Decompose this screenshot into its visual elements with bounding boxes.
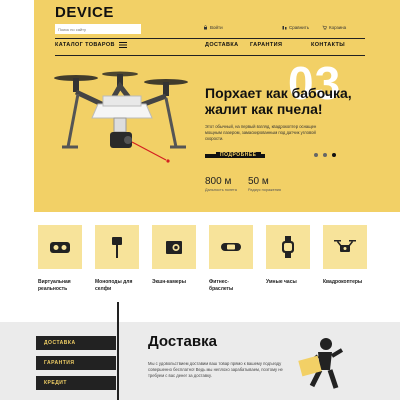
nav-divider-top — [55, 38, 365, 39]
stat-range: 800 м Дальность полета — [205, 176, 237, 192]
cart-link[interactable]: Корзина — [322, 25, 346, 30]
services-tab-credit[interactable]: КРЕДИТ — [36, 376, 116, 390]
category-tile — [266, 225, 310, 269]
login-link[interactable]: Войти — [203, 25, 223, 30]
catalog-menu-button[interactable]: КАТАЛОГ ТОВАРОВ — [55, 42, 127, 48]
services-tab-warranty[interactable]: ГАРАНТИЯ — [36, 356, 116, 370]
hero-description: Этот обычный, на первый взгляд, квадроко… — [205, 124, 317, 141]
selfie-stick-icon — [112, 237, 122, 258]
stat-range-label: Дальность полета — [205, 188, 237, 192]
stat-radius: 50 м Радиус поражения — [248, 176, 281, 192]
compare-label: Сравнить — [289, 25, 310, 30]
hamburger-icon — [118, 42, 127, 48]
search-input[interactable] — [55, 24, 141, 34]
nav-item-warranty[interactable]: ГАРАНТИЯ — [250, 42, 282, 48]
compare-link[interactable]: Сравнить — [282, 25, 309, 30]
services-divider — [117, 302, 119, 400]
category-tile — [323, 225, 367, 269]
hero-drone-image — [54, 71, 188, 163]
category-label: Экшн-камеры — [152, 279, 186, 285]
category-smartwatch[interactable]: Умные часы — [266, 225, 310, 286]
slider-dot-1[interactable] — [314, 153, 318, 157]
services-tab-delivery[interactable]: ДОСТАВКА — [36, 336, 116, 350]
nav-item-delivery[interactable]: ДОСТАВКА — [205, 42, 239, 48]
fitness-band-icon — [221, 243, 241, 251]
slider-dot-2[interactable] — [323, 153, 327, 157]
catalog-label: КАТАЛОГ ТОВАРОВ — [55, 42, 115, 48]
category-tile — [38, 225, 82, 269]
category-label: Квадрокоптеры — [323, 279, 363, 285]
stat-range-value: 800 м — [205, 176, 232, 187]
services-menu: ДОСТАВКА ГАРАНТИЯ КРЕДИТ — [36, 336, 116, 396]
category-label: Моноподы для селфи — [95, 279, 133, 292]
cart-icon — [322, 25, 327, 30]
stat-radius-label: Радиус поражения — [248, 188, 281, 192]
services-title: Доставка — [148, 333, 217, 350]
action-camera-icon — [166, 241, 182, 254]
slider-dots — [314, 153, 336, 157]
courier-icon — [298, 338, 344, 389]
stat-radius-value: 50 м — [248, 176, 269, 187]
category-tile — [152, 225, 196, 269]
category-action-cam[interactable]: Экшн-камеры — [152, 225, 196, 286]
compare-icon — [282, 26, 287, 30]
category-fitness[interactable]: Фитнес-браслеты — [209, 225, 253, 293]
login-label: Войти — [210, 25, 223, 30]
left-margin — [0, 0, 34, 212]
services-text: Мы с удовольствием доставим ваш товар пр… — [148, 361, 283, 378]
category-quadcopter[interactable]: Квадрокоптеры — [323, 225, 367, 286]
lock-icon — [204, 25, 207, 30]
cart-label: Корзина — [329, 25, 347, 30]
category-label: Виртуальная реальность — [38, 279, 71, 292]
category-tile — [209, 225, 253, 269]
category-vr[interactable]: Виртуальная реальность — [38, 225, 82, 293]
category-label: Фитнес-браслеты — [209, 279, 234, 292]
vr-headset-icon — [50, 242, 70, 253]
hero-title: Порхает как бабочка, жалит как пчела! — [205, 85, 352, 117]
slider-dot-3[interactable] — [332, 153, 336, 157]
more-button[interactable]: ПОДРОБНЕЕ — [216, 152, 261, 158]
category-label: Умные часы — [266, 279, 297, 285]
category-tile — [95, 225, 139, 269]
category-selfie[interactable]: Моноподы для селфи — [95, 225, 139, 293]
smartwatch-icon — [282, 236, 294, 258]
quadcopter-icon — [334, 240, 356, 252]
nav-item-contacts[interactable]: КОНТАКТЫ — [311, 42, 345, 48]
logo[interactable]: DEVICE — [55, 4, 114, 21]
